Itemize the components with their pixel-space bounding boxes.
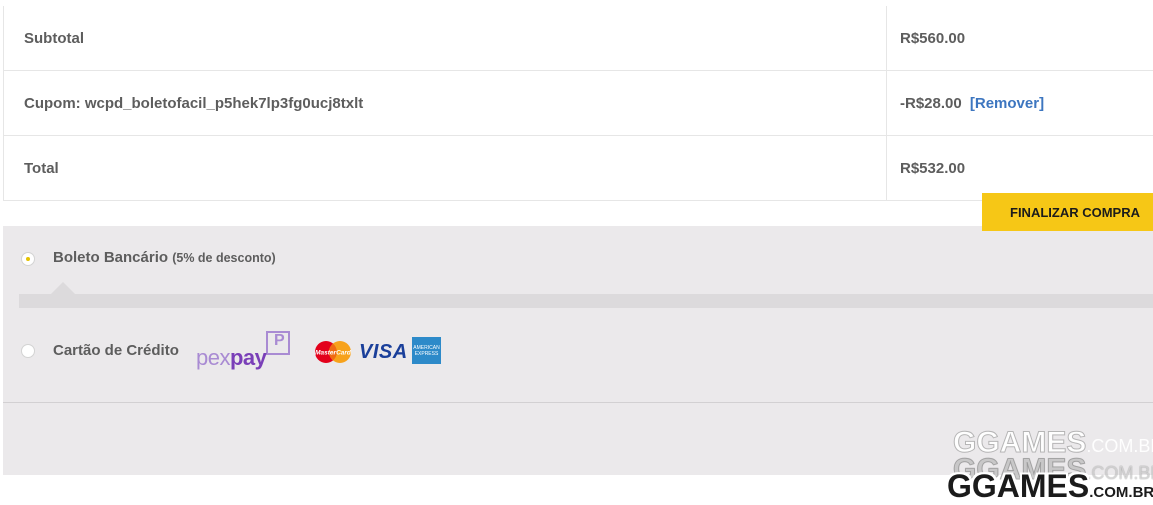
mastercard-logo: MasterCard bbox=[313, 339, 353, 365]
pexpay-p-letter: P bbox=[274, 332, 285, 349]
total-value: R$532.00 bbox=[886, 135, 1153, 201]
pexpay-wordmark-pex: pex bbox=[196, 345, 230, 370]
order-totals-table: Subtotal R$560.00 Cupom: wcpd_boletofaci… bbox=[3, 6, 1153, 201]
pexpay-logo: P pexpay bbox=[196, 331, 296, 373]
table-row: Subtotal R$560.00 bbox=[3, 6, 1153, 71]
boleto-discount-note: (5% de desconto) bbox=[172, 251, 276, 265]
table-row: Total R$532.00 bbox=[3, 135, 1153, 201]
mastercard-text: MasterCard bbox=[315, 350, 352, 357]
payment-description-arrow bbox=[51, 282, 75, 294]
coupon-label: Cupom: wcpd_boletofacil_p5hek7lp3fg0ucj8… bbox=[3, 70, 887, 136]
remove-coupon-link[interactable]: [Remover] bbox=[970, 95, 1044, 112]
pexpay-wordmark: pexpay bbox=[196, 345, 267, 371]
table-row: Cupom: wcpd_boletofacil_p5hek7lp3fg0ucj8… bbox=[3, 70, 1153, 136]
amex-logo: AMERICAN EXPRESS bbox=[412, 337, 441, 364]
boleto-label: Boleto Bancário bbox=[53, 249, 169, 266]
mastercard-icon: MasterCard bbox=[315, 341, 352, 363]
coupon-discount-value: -R$28.00 bbox=[900, 94, 962, 112]
watermark-logo: GGAMES.COM.BR bbox=[947, 468, 1153, 504]
boleto-option-label[interactable]: Boleto Bancário (5% de desconto) bbox=[53, 249, 276, 266]
coupon-value-cell: -R$28.00 [Remover] bbox=[886, 70, 1153, 136]
visa-logo: VISA bbox=[359, 341, 408, 363]
total-label: Total bbox=[3, 135, 887, 201]
payment-divider bbox=[3, 402, 1153, 403]
subtotal-value: R$560.00 bbox=[886, 6, 1153, 71]
credit-card-radio[interactable] bbox=[21, 344, 35, 358]
subtotal-label: Subtotal bbox=[3, 6, 887, 71]
credit-card-label[interactable]: Cartão de Crédito bbox=[53, 342, 179, 359]
boleto-radio[interactable] bbox=[21, 252, 35, 266]
pexpay-wordmark-pay: pay bbox=[229, 345, 267, 370]
finish-purchase-button[interactable]: FINALIZAR COMPRA bbox=[982, 193, 1153, 231]
payment-description-box bbox=[19, 294, 1153, 308]
